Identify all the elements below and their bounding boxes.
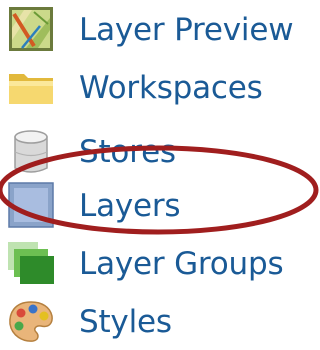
menu-item-layers[interactable]: Layers: [0, 178, 319, 234]
palette-icon: [6, 296, 56, 346]
menu-item-label: Layers: [79, 188, 181, 224]
menu-item-stores[interactable]: Stores: [0, 124, 319, 180]
menu-item-label: Stores: [79, 134, 176, 170]
folder-icon: [6, 62, 56, 112]
menu-item-layer-preview[interactable]: Layer Preview: [0, 2, 319, 58]
geoserver-data-menu: Layer Preview Workspaces Stores Layers L…: [0, 0, 319, 342]
layer-square-icon: [6, 180, 56, 230]
layer-groups-icon: [6, 238, 56, 288]
menu-item-label: Layer Preview: [79, 12, 294, 48]
menu-item-layer-groups[interactable]: Layer Groups: [0, 236, 319, 292]
menu-item-label: Workspaces: [79, 70, 263, 106]
menu-item-workspaces[interactable]: Workspaces: [0, 60, 319, 116]
menu-item-label: Layer Groups: [79, 246, 284, 282]
layer-preview-map-icon: [6, 4, 56, 54]
database-cylinder-icon: [6, 126, 56, 176]
